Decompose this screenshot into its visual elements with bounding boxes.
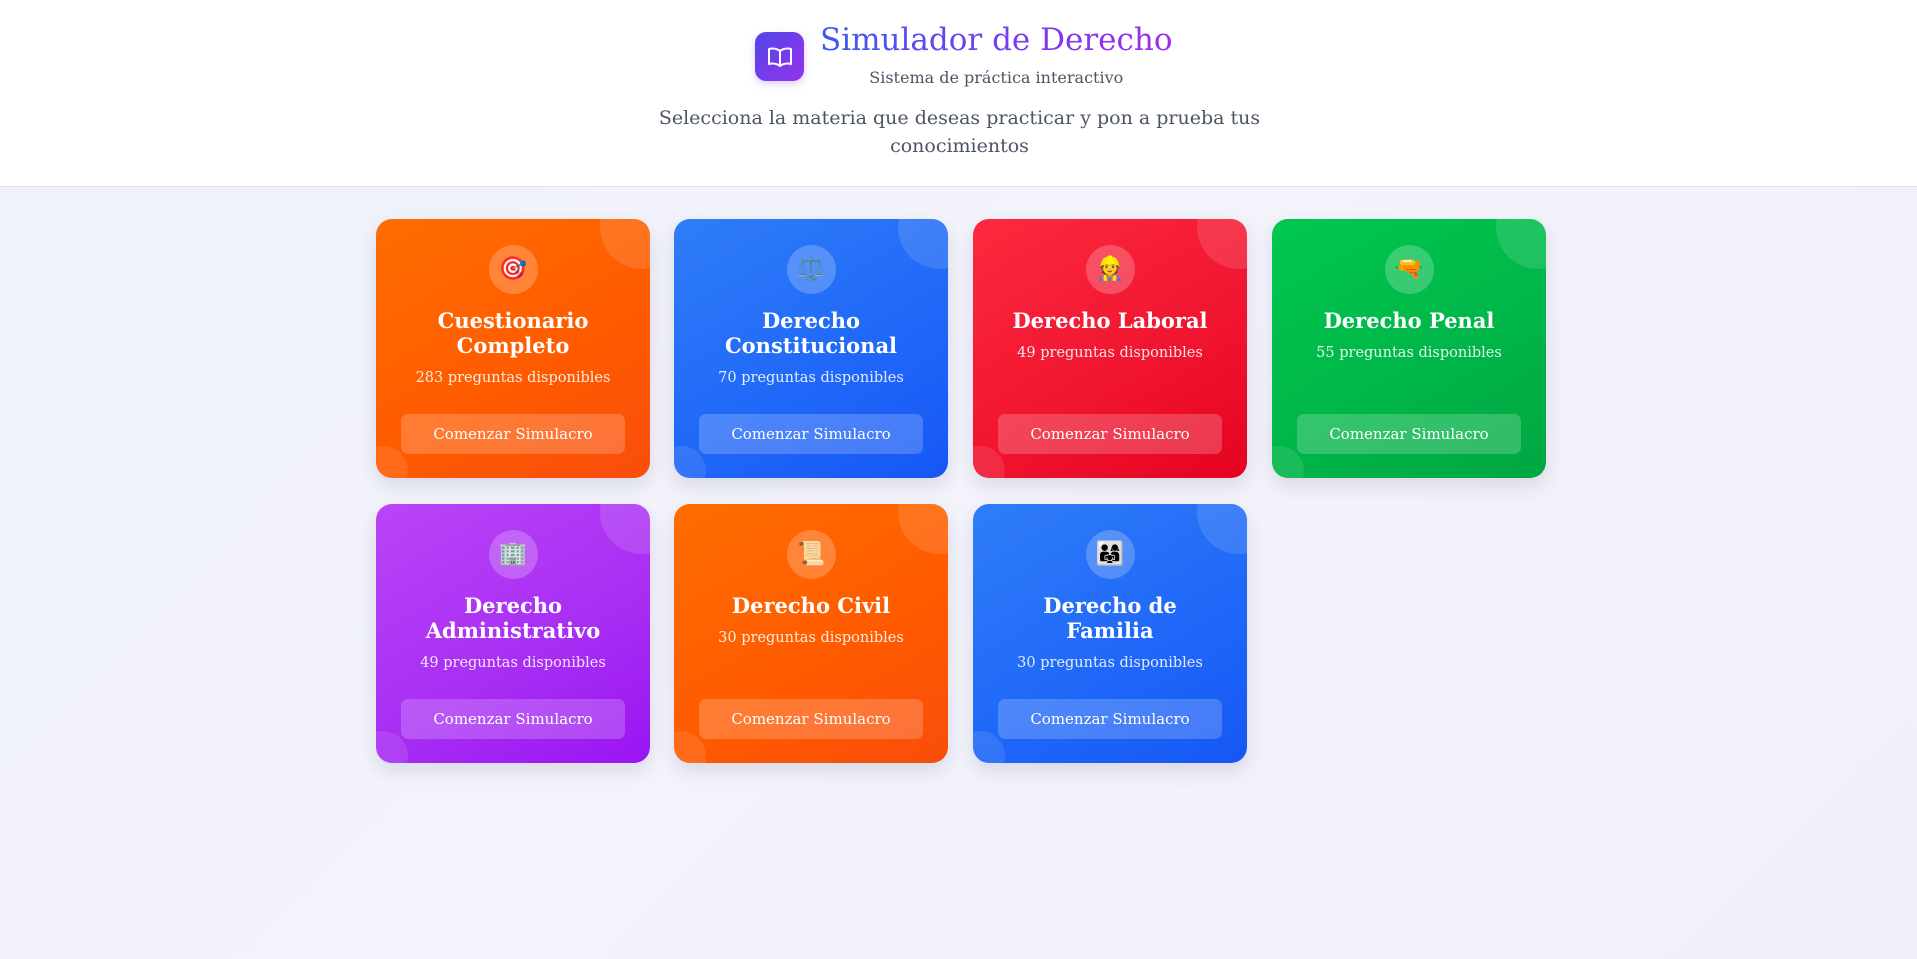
card-question-count: 55 preguntas disponibles (1316, 345, 1502, 361)
card-title: Derecho de Familia (1043, 593, 1177, 643)
family-icon: 👨‍👩‍👧 (1085, 530, 1135, 579)
start-simulation-button[interactable]: Comenzar Simulacro (401, 699, 625, 739)
subject-card-derecho-constitucional: ⚖️ Derecho Constitucional 70 preguntas d… (674, 219, 948, 478)
start-simulation-button[interactable]: Comenzar Simulacro (1297, 414, 1521, 454)
card-title: Derecho Constitucional (724, 308, 898, 358)
subject-card-derecho-administrativo: 🏢 Derecho Administrativo 49 preguntas di… (376, 504, 650, 763)
app-title: Simulador de Derecho (820, 22, 1173, 58)
scales-icon: ⚖️ (786, 245, 836, 294)
card-title: Cuestionario Completo (437, 308, 589, 358)
start-simulation-button[interactable]: Comenzar Simulacro (699, 414, 923, 454)
subject-card-derecho-laboral: 👷 Derecho Laboral 49 preguntas disponibl… (973, 219, 1247, 478)
start-simulation-button[interactable]: Comenzar Simulacro (998, 414, 1222, 454)
card-question-count: 70 preguntas disponibles (718, 370, 904, 386)
card-title: Derecho Laboral (1012, 308, 1208, 333)
subject-card-derecho-penal: 🔫 Derecho Penal 55 preguntas disponibles… (1272, 219, 1546, 478)
start-simulation-button[interactable]: Comenzar Simulacro (699, 699, 923, 739)
scroll-icon: 📜 (786, 530, 836, 579)
brand-text: Simulador de Derecho Sistema de práctica… (820, 22, 1173, 87)
office-building-icon: 🏢 (488, 530, 538, 579)
open-book-icon (755, 32, 804, 81)
app-subtitle: Sistema de práctica interactivo (869, 68, 1124, 87)
card-question-count: 49 preguntas disponibles (1017, 345, 1203, 361)
target-icon: 🎯 (488, 245, 538, 294)
start-simulation-button[interactable]: Comenzar Simulacro (998, 699, 1222, 739)
page-header: Simulador de Derecho Sistema de práctica… (0, 0, 1917, 187)
start-simulation-button[interactable]: Comenzar Simulacro (401, 414, 625, 454)
construction-worker-icon: 👷 (1085, 245, 1135, 294)
card-question-count: 283 preguntas disponibles (415, 370, 611, 386)
subject-card-derecho-de-familia: 👨‍👩‍👧 Derecho de Familia 30 preguntas di… (973, 504, 1247, 763)
subject-card-derecho-civil: 📜 Derecho Civil 30 preguntas disponibles… (674, 504, 948, 763)
water-pistol-icon: 🔫 (1384, 245, 1434, 294)
intro-text: Selecciona la materia que deseas practic… (658, 107, 1261, 157)
brand: Simulador de Derecho Sistema de práctica… (755, 22, 1173, 87)
card-question-count: 49 preguntas disponibles (420, 655, 606, 671)
card-title: Derecho Penal (1323, 308, 1495, 333)
card-title: Derecho Administrativo (425, 593, 601, 643)
card-question-count: 30 preguntas disponibles (718, 630, 904, 646)
card-title: Derecho Civil (731, 593, 891, 618)
subject-card-cuestionario-completo: 🎯 Cuestionario Completo 283 preguntas di… (376, 219, 650, 478)
card-question-count: 30 preguntas disponibles (1017, 655, 1203, 671)
